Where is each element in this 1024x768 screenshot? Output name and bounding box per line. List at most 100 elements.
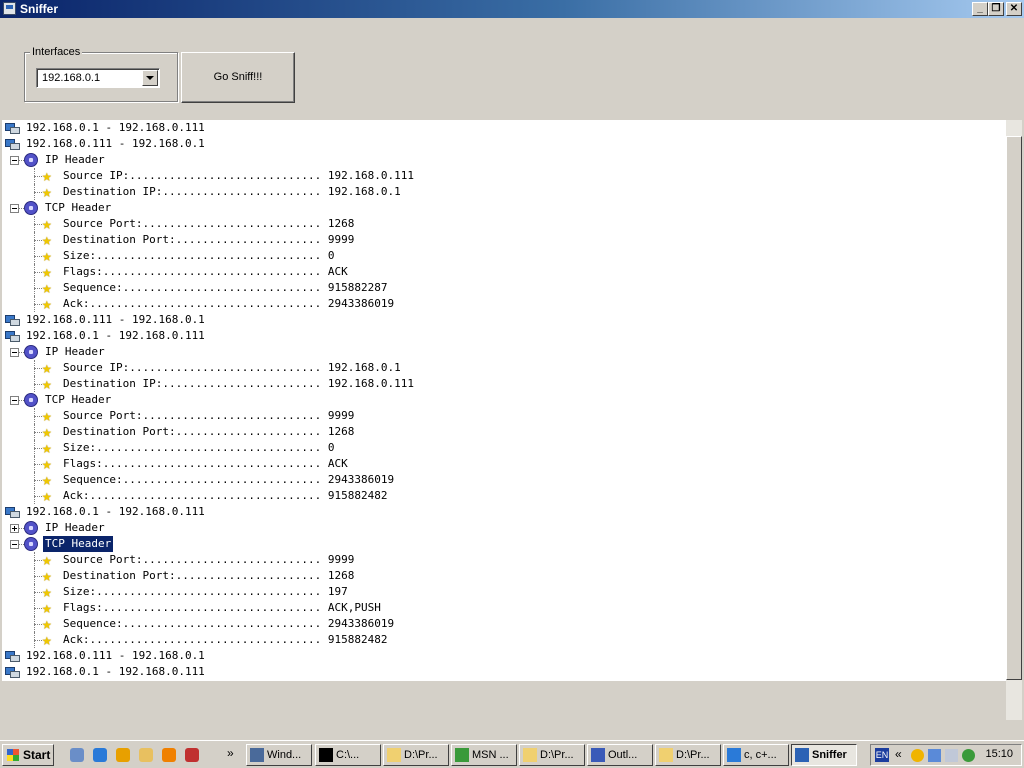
folder-icon[interactable]	[139, 748, 153, 762]
field-star-icon: ★	[42, 374, 52, 393]
field-node[interactable]: ★ Flags:.................................…	[2, 600, 1002, 616]
field-node[interactable]: ★ Source Port:...........................…	[2, 408, 1002, 424]
packet-node[interactable]: 192.168.0.1 - 192.168.0.111	[2, 120, 1002, 136]
sniffer-app-icon[interactable]	[3, 2, 16, 15]
network-tray-icon[interactable]	[928, 749, 941, 762]
tray-expand-chevron[interactable]: «	[895, 747, 902, 761]
clock-app-icon[interactable]	[162, 748, 176, 762]
minimize-button[interactable]: _	[972, 2, 988, 16]
ie-icon[interactable]	[93, 748, 107, 762]
field-node[interactable]: ★ Sequence:..............................…	[2, 616, 1002, 632]
tree-connector	[34, 304, 42, 305]
field-node[interactable]: ★ Flags:.................................…	[2, 456, 1002, 472]
tree-node-label: IP Header	[45, 345, 105, 358]
tree-connector	[34, 624, 42, 625]
taskbar-button[interactable]: C:\...	[315, 744, 381, 766]
tree-connector	[34, 464, 42, 465]
field-node[interactable]: ★ Sequence:..............................…	[2, 472, 1002, 488]
show-desktop-icon[interactable]	[70, 748, 84, 762]
header-node[interactable]: TCP Header	[2, 392, 1002, 408]
taskbar-button-label: Sniffer	[812, 749, 847, 761]
header-node[interactable]: IP Header	[2, 152, 1002, 168]
window-title: Sniffer	[20, 2, 59, 16]
tree-node-label: Size:.................................. …	[63, 249, 335, 262]
field-node[interactable]: ★ Source Port:...........................…	[2, 216, 1002, 232]
field-node[interactable]: ★ Ack:...................................…	[2, 296, 1002, 312]
field-node[interactable]: ★ Destination Port:......................…	[2, 424, 1002, 440]
dropdown-arrow-icon[interactable]	[142, 70, 158, 86]
taskbar-button[interactable]: MSN ...	[451, 744, 517, 766]
header-node[interactable]: TCP Header	[2, 536, 1002, 552]
taskbar-button[interactable]: Wind...	[246, 744, 312, 766]
packet-node[interactable]: 192.168.0.1 - 192.168.0.111	[2, 504, 1002, 520]
connection-tray-icon[interactable]	[945, 749, 958, 762]
title-bar[interactable]: Sniffer _ ❐ ✕	[0, 0, 1024, 18]
tree-node-label: 192.168.0.1 - 192.168.0.111	[26, 329, 205, 342]
quicklaunch-overflow-chevron[interactable]: »	[227, 746, 234, 760]
packet-node[interactable]: 192.168.0.1 - 192.168.0.111	[2, 664, 1002, 680]
field-node[interactable]: ★ Sequence:..............................…	[2, 280, 1002, 296]
packet-tree[interactable]: 192.168.0.1 - 192.168.0.111 192.168.0.111…	[2, 120, 1006, 681]
tree-connector	[34, 552, 35, 568]
taskbar-button[interactable]: Outl...	[587, 744, 653, 766]
tree-node-label: Ack:................................... …	[63, 489, 388, 502]
taskbar-button[interactable]: Sniffer	[791, 744, 857, 766]
close-button[interactable]: ✕	[1006, 2, 1022, 16]
expand-icon[interactable]	[10, 524, 19, 533]
packet-node[interactable]: 192.168.0.111 - 192.168.0.1	[2, 312, 1002, 328]
field-node[interactable]: ★ Destination Port:......................…	[2, 232, 1002, 248]
field-node[interactable]: ★ Size:..................................…	[2, 584, 1002, 600]
collapse-icon[interactable]	[10, 396, 19, 405]
collapse-icon[interactable]	[10, 348, 19, 357]
header-node[interactable]: IP Header	[2, 520, 1002, 536]
interface-select-value: 192.168.0.1	[42, 72, 101, 84]
start-label: Start	[23, 748, 51, 762]
tree-node-label: Ack:................................... …	[63, 297, 395, 310]
media-player-icon[interactable]	[116, 748, 130, 762]
taskbar-button-label: Outl...	[608, 749, 638, 761]
field-node[interactable]: ★ Source IP:.............................…	[2, 168, 1002, 184]
scrollbar-thumb[interactable]	[1006, 136, 1022, 680]
header-gear-icon	[24, 537, 38, 551]
messenger-tray-icon[interactable]	[962, 749, 975, 762]
taskbar-button[interactable]: D:\Pr...	[383, 744, 449, 766]
tree-connector	[34, 456, 35, 472]
header-node[interactable]: TCP Header	[2, 200, 1002, 216]
tree-connector	[34, 480, 42, 481]
interface-select[interactable]: 192.168.0.1	[36, 68, 160, 88]
tree-node-label: Source Port:........................... …	[63, 553, 355, 566]
packet-node[interactable]: 192.168.0.111 - 192.168.0.1	[2, 136, 1002, 152]
tree-node-label: Sequence:.............................. …	[63, 281, 388, 294]
packet-node[interactable]: 192.168.0.1 - 192.168.0.111	[2, 328, 1002, 344]
vertical-scrollbar[interactable]	[1006, 120, 1022, 720]
language-indicator[interactable]: EN	[875, 748, 889, 762]
field-node[interactable]: ★ Source Port:...........................…	[2, 552, 1002, 568]
field-node[interactable]: ★ Flags:.................................…	[2, 264, 1002, 280]
tree-connector	[34, 176, 42, 177]
restore-button[interactable]: ❐	[988, 2, 1004, 16]
messenger-icon[interactable]	[185, 748, 199, 762]
header-node[interactable]: IP Header	[2, 344, 1002, 360]
tree-connector	[34, 568, 35, 584]
field-node[interactable]: ★ Source IP:.............................…	[2, 360, 1002, 376]
field-node[interactable]: ★ Destination Port:......................…	[2, 568, 1002, 584]
field-node[interactable]: ★ Ack:...................................…	[2, 488, 1002, 504]
field-node[interactable]: ★ Ack:...................................…	[2, 632, 1002, 648]
go-sniff-button[interactable]: Go Sniff!!!	[181, 52, 295, 103]
field-node[interactable]: ★ Destination IP:........................…	[2, 376, 1002, 392]
collapse-icon[interactable]	[10, 540, 19, 549]
taskbar-button[interactable]: D:\Pr...	[655, 744, 721, 766]
clock-tray-icon[interactable]	[911, 749, 924, 762]
field-node[interactable]: ★ Destination IP:........................…	[2, 184, 1002, 200]
start-button[interactable]: Start	[2, 744, 54, 766]
tree-connector	[34, 272, 42, 273]
taskbar-button[interactable]: D:\Pr...	[519, 744, 585, 766]
field-node[interactable]: ★ Size:..................................…	[2, 248, 1002, 264]
tree-connector	[34, 168, 35, 184]
field-node[interactable]: ★ Size:..................................…	[2, 440, 1002, 456]
collapse-icon[interactable]	[10, 204, 19, 213]
collapse-icon[interactable]	[10, 156, 19, 165]
packet-node[interactable]: 192.168.0.111 - 192.168.0.1	[2, 648, 1002, 664]
taskbar-button[interactable]: c, c+...	[723, 744, 789, 766]
network-host-icon	[5, 330, 20, 342]
